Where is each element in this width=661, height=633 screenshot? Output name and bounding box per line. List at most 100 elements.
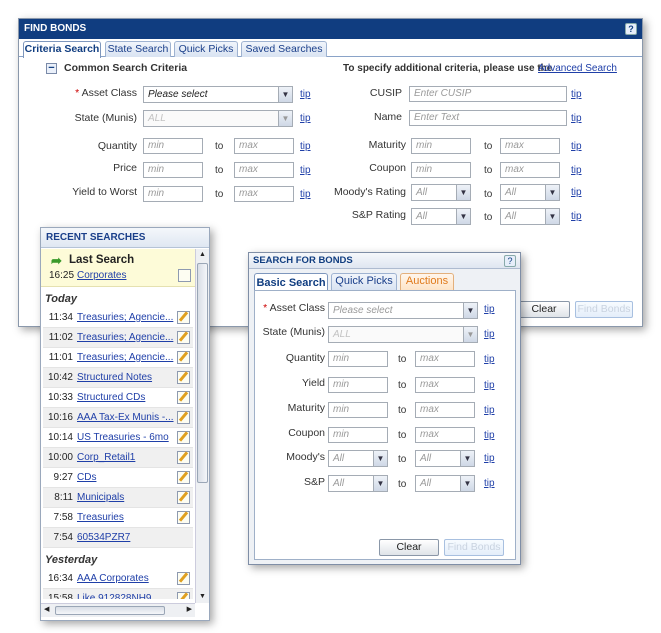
edit-icon[interactable] [177,351,190,364]
search-link[interactable]: Treasuries; Agencie... [77,328,173,347]
edit-icon[interactable] [177,411,190,424]
list-item[interactable]: 16:34 AAA Corporates [43,569,193,589]
list-item[interactable]: 10:00 Corp_Retail1 [43,448,193,468]
search-link[interactable]: 60534PZR7 [77,528,130,547]
quantity-max-input[interactable]: max [234,138,294,154]
quantity-min-input[interactable]: min [328,351,388,367]
tab-quick-picks[interactable]: Quick Picks [331,273,397,290]
chevron-down-icon[interactable]: ▼ [456,185,470,200]
moodys-min-select[interactable]: All ▼ [411,184,471,201]
asset-class-select[interactable]: Please select ▼ [328,302,478,319]
asset-class-tip[interactable]: tip [300,89,311,100]
name-input[interactable]: Enter Text [409,110,567,126]
search-link[interactable]: Corp_Retail1 [77,448,135,467]
asset-class-tip[interactable]: tip [484,304,495,315]
yield-min-input[interactable]: min [328,377,388,393]
price-max-input[interactable]: max [234,162,294,178]
state-tip[interactable]: tip [484,329,495,340]
search-link[interactable]: Treasuries [77,508,124,527]
coupon-min-input[interactable]: min [328,427,388,443]
sp-max-select[interactable]: All ▼ [415,475,475,492]
coupon-max-input[interactable]: max [415,427,475,443]
chevron-down-icon[interactable]: ▼ [545,209,559,224]
edit-icon[interactable] [177,431,190,444]
quantity-tip[interactable]: tip [484,354,495,365]
edit-icon[interactable] [177,511,190,524]
search-link[interactable]: AAA Tax-Ex Munis -... [77,408,174,427]
list-item[interactable]: 11:01 Treasuries; Agencie... [43,348,193,368]
chevron-down-icon[interactable]: ▼ [463,327,477,342]
state-tip[interactable]: tip [300,113,311,124]
list-item[interactable]: 11:02 Treasuries; Agencie... [43,328,193,348]
scroll-left-arrow[interactable]: ◀ [44,605,49,613]
quantity-tip[interactable]: tip [300,141,311,152]
clear-button[interactable]: Clear [379,539,439,556]
moodys-tip[interactable]: tip [484,453,495,464]
edit-icon[interactable] [177,572,190,585]
quantity-min-input[interactable]: min [143,138,203,154]
scroll-up-arrow[interactable]: ▲ [196,249,209,261]
edit-icon[interactable] [177,371,190,384]
chevron-down-icon[interactable]: ▼ [460,451,474,466]
chevron-down-icon[interactable]: ▼ [456,209,470,224]
tab-criteria-search[interactable]: Criteria Search [23,41,101,58]
horizontal-scroll-thumb[interactable] [55,606,165,615]
help-icon[interactable]: ? [504,255,516,267]
moodys-min-select[interactable]: All ▼ [328,450,388,467]
list-item[interactable]: 7:54 60534PZR7 [43,528,193,548]
asset-class-select[interactable]: Please select ▼ [143,86,293,103]
quantity-max-input[interactable]: max [415,351,475,367]
edit-icon[interactable] [177,491,190,504]
moodys-max-select[interactable]: All ▼ [415,450,475,467]
edit-icon[interactable] [178,269,191,282]
tab-auctions[interactable]: Auctions [400,273,454,290]
search-link[interactable]: Structured Notes [77,368,152,387]
chevron-down-icon[interactable]: ▼ [463,303,477,318]
collapse-icon[interactable]: − [46,63,57,74]
tab-quick-picks[interactable]: Quick Picks [174,41,238,57]
edit-icon[interactable] [177,391,190,404]
chevron-down-icon[interactable]: ▼ [373,451,387,466]
tab-state-search[interactable]: State Search [105,41,171,57]
search-link[interactable]: Municipals [77,488,124,507]
last-search-link[interactable]: Corporates [77,270,126,281]
state-select[interactable]: ALL ▼ [143,110,293,127]
moodys-tip[interactable]: tip [571,187,582,198]
list-item[interactable]: 11:34 Treasuries; Agencie... [43,308,193,328]
maturity-max-input[interactable]: max [415,402,475,418]
search-link[interactable]: AAA Corporates [77,569,149,588]
coupon-tip[interactable]: tip [484,430,495,441]
maturity-tip[interactable]: tip [571,141,582,152]
clear-button[interactable]: Clear [518,301,570,318]
maturity-min-input[interactable]: min [328,402,388,418]
yield-tip[interactable]: tip [300,189,311,200]
edit-icon[interactable] [177,311,190,324]
scroll-down-arrow[interactable]: ▼ [196,591,209,603]
price-min-input[interactable]: min [143,162,203,178]
yield-max-input[interactable]: max [415,377,475,393]
scroll-right-arrow[interactable]: ▶ [187,605,192,613]
edit-icon[interactable] [177,331,190,344]
list-item[interactable]: 7:58 Treasuries [43,508,193,528]
list-item[interactable]: 9:27 CDs [43,468,193,488]
chevron-down-icon[interactable]: ▼ [460,476,474,491]
cusip-input[interactable]: Enter CUSIP [409,86,567,102]
list-item[interactable]: 8:11 Municipals [43,488,193,508]
maturity-max-input[interactable]: max [500,138,560,154]
list-item[interactable]: 10:42 Structured Notes [43,368,193,388]
maturity-min-input[interactable]: min [411,138,471,154]
list-item[interactable]: 10:33 Structured CDs [43,388,193,408]
find-bonds-button[interactable]: Find Bonds [575,301,633,318]
horizontal-scrollbar[interactable]: ◀ ▶ [41,603,195,617]
name-tip[interactable]: tip [571,113,582,124]
coupon-min-input[interactable]: min [411,162,471,178]
list-item[interactable]: 10:14 US Treasuries - 6mo [43,428,193,448]
list-item[interactable]: 15:58 Like 912828NH9 [43,589,193,599]
state-select[interactable]: ALL ▼ [328,326,478,343]
sp-max-select[interactable]: All ▼ [500,208,560,225]
cusip-tip[interactable]: tip [571,89,582,100]
chevron-down-icon[interactable]: ▼ [278,111,292,126]
search-link[interactable]: Structured CDs [77,388,145,407]
chevron-down-icon[interactable]: ▼ [278,87,292,102]
search-link[interactable]: Like 912828NH9 [77,589,152,599]
